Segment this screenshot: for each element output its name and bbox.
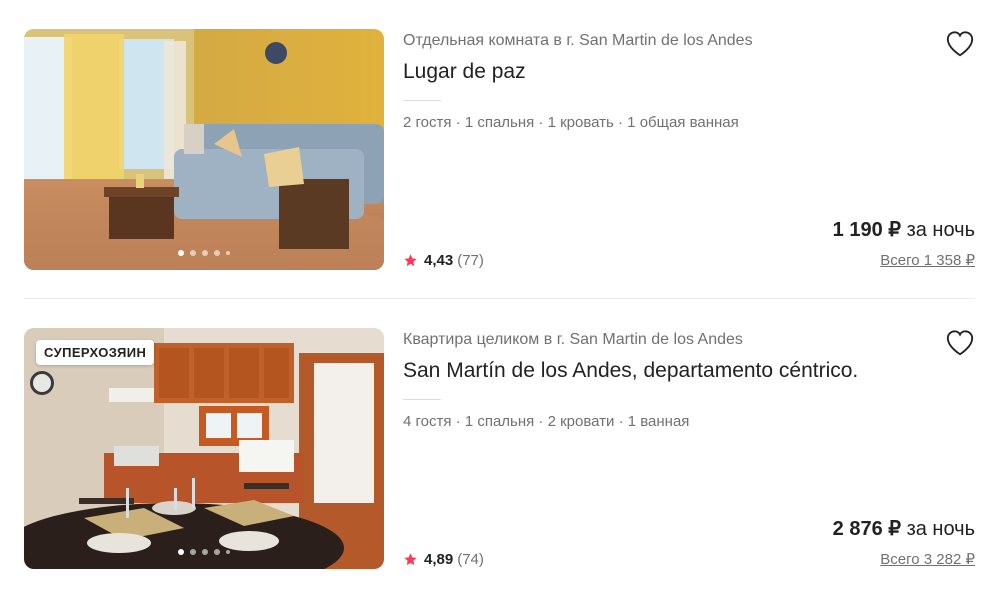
listing-info: Квартира целиком в г. San Martin de los …: [403, 328, 975, 569]
listing-photo[interactable]: СУПЕРХОЗЯИН: [24, 328, 384, 569]
price-unit: за ночь: [906, 518, 975, 540]
divider-short: [403, 399, 441, 400]
superhost-badge: СУПЕРХОЗЯИН: [36, 340, 155, 365]
listing-title[interactable]: San Martín de los Andes, departamento cé…: [403, 359, 858, 383]
listing-card[interactable]: СУПЕРХОЗЯИН Квартира целиком в г. San Ma…: [24, 328, 975, 569]
carousel-dot[interactable]: [202, 549, 208, 555]
heart-outline-icon: [946, 330, 974, 356]
listing-subtitle: Отдельная комната в г. San Martin de los…: [403, 32, 753, 49]
carousel-dot[interactable]: [226, 550, 230, 554]
price-amount: 1 190 ₽: [832, 219, 902, 241]
heart-outline-icon: [946, 31, 974, 57]
carousel-dot[interactable]: [214, 250, 220, 256]
review-count: (77): [457, 252, 484, 269]
total-price-link[interactable]: Всего 3 282 ₽: [880, 550, 975, 568]
carousel-dot[interactable]: [190, 549, 196, 555]
carousel-dot[interactable]: [178, 250, 184, 256]
rating: 4,43 (77): [403, 252, 484, 269]
rating-value: 4,43: [424, 252, 454, 269]
carousel-dots[interactable]: [24, 250, 384, 256]
carousel-dot[interactable]: [214, 549, 220, 555]
listing-details: 2 гостя · 1 спальня · 1 кровать · 1 обща…: [403, 114, 739, 131]
favorite-button[interactable]: [945, 29, 975, 59]
favorite-button[interactable]: [945, 328, 975, 358]
divider-short: [403, 100, 441, 101]
review-count: (74): [457, 551, 484, 568]
nightly-price: 2 876 ₽ за ночь: [833, 516, 975, 541]
carousel-dot[interactable]: [178, 549, 184, 555]
room-photo-image: [24, 29, 384, 270]
star-icon: [404, 553, 417, 566]
carousel-dot[interactable]: [202, 250, 208, 256]
carousel-dots[interactable]: [24, 549, 384, 555]
carousel-dot[interactable]: [226, 251, 230, 255]
carousel-dot[interactable]: [190, 250, 196, 256]
nightly-price: 1 190 ₽ за ночь: [833, 217, 975, 242]
price-unit: за ночь: [906, 219, 975, 241]
rating-value: 4,89: [424, 551, 454, 568]
listing-subtitle: Квартира целиком в г. San Martin de los …: [403, 331, 743, 348]
listing-title[interactable]: Lugar de paz: [403, 60, 526, 84]
price-amount: 2 876 ₽: [832, 518, 902, 540]
star-icon: [404, 254, 417, 267]
listing-details: 4 гостя · 1 спальня · 2 кровати · 1 ванн…: [403, 413, 690, 430]
listing-info: Отдельная комната в г. San Martin de los…: [403, 29, 975, 270]
listing-photo[interactable]: [24, 29, 384, 270]
rating: 4,89 (74): [403, 551, 484, 568]
total-price-link[interactable]: Всего 1 358 ₽: [880, 251, 975, 269]
listing-card[interactable]: Отдельная комната в г. San Martin de los…: [24, 29, 975, 270]
listing-divider: [24, 298, 975, 299]
